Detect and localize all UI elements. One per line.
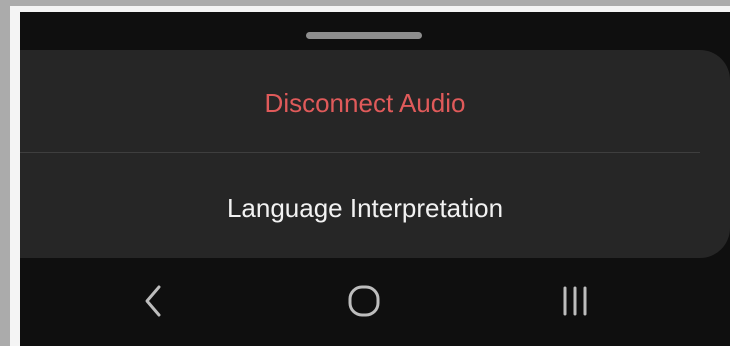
home-circle-icon <box>348 285 380 317</box>
back-chevron-icon <box>145 285 161 317</box>
phone-screen: Disconnect Audio Language Interpretation <box>20 12 730 346</box>
language-interpretation-button[interactable]: Language Interpretation <box>20 158 710 258</box>
sheet-drag-handle[interactable] <box>306 32 422 39</box>
home-button[interactable] <box>329 276 399 326</box>
system-navigation-bar <box>20 258 730 346</box>
bottom-sheet-menu: Disconnect Audio Language Interpretation <box>20 50 730 258</box>
back-button[interactable] <box>118 276 188 326</box>
menu-divider <box>20 152 700 153</box>
recent-apps-button[interactable] <box>540 276 610 326</box>
disconnect-audio-button[interactable]: Disconnect Audio <box>20 53 710 153</box>
recent-apps-icon <box>563 286 587 316</box>
device-frame: Disconnect Audio Language Interpretation <box>0 0 730 346</box>
